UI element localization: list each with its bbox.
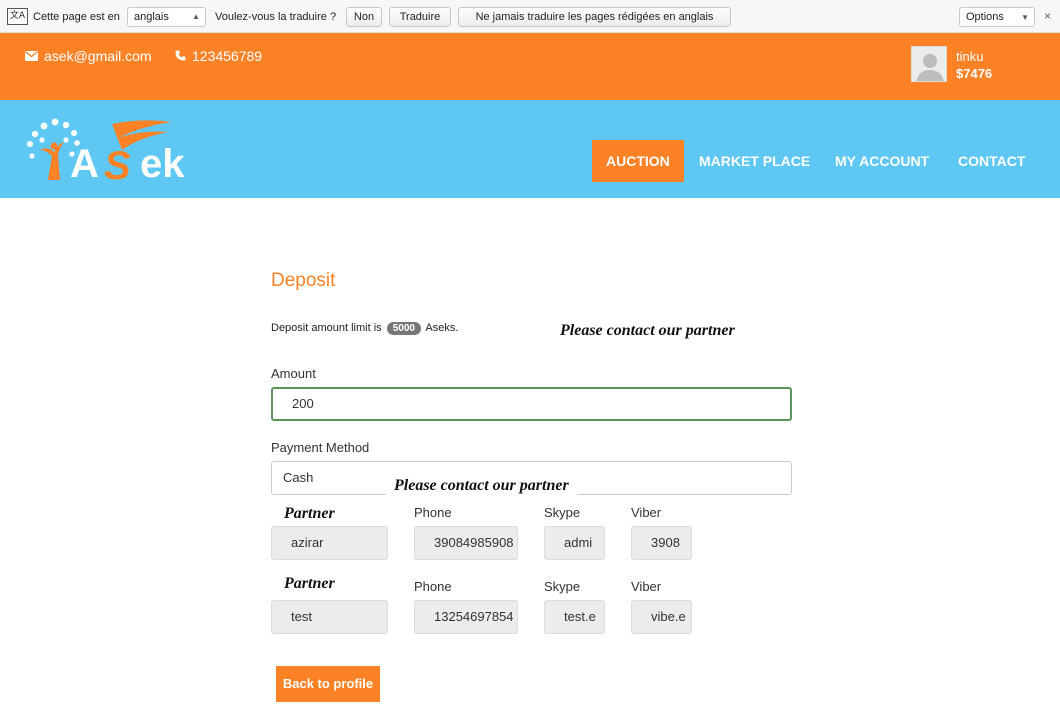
email-text: asek@gmail.com [44,48,152,64]
nav-auction[interactable]: AUCTION [592,140,684,182]
back-to-profile-button[interactable]: Back to profile [276,666,380,702]
page-title: Deposit [271,270,336,291]
username: tinku [956,49,984,64]
partner-phone-field[interactable]: 13254697854 [414,600,518,634]
logo-letters-ek: ek [140,142,185,186]
skype-label: Skype [544,505,581,520]
translate-button[interactable]: Traduire [389,7,451,27]
partner-message: Please contact our partner [560,322,735,339]
translate-prefix: Cette page est en [33,11,120,23]
amount-input[interactable]: 200 [271,387,792,421]
nav-contact[interactable]: CONTACT [958,140,1025,182]
close-icon[interactable]: × [1044,9,1051,23]
phone-icon [175,50,186,64]
logo-letter-a: A [70,142,99,186]
envelope-icon [25,50,38,64]
language-select[interactable]: anglais ▲ [127,7,206,27]
partner-label: Partner [284,505,335,522]
options-select-value: Options [966,11,1004,23]
translate-bar: 文A Cette page est en anglais ▲ Voulez-vo… [0,0,1060,33]
amount-label: Amount [271,366,316,381]
user-balance: $7476 [956,66,993,81]
partner-name-field[interactable]: test [271,600,388,634]
limit-suffix: Aseks. [425,322,459,334]
limit-badge: 5000 [386,322,421,335]
phone-text: 123456789 [192,48,263,64]
limit-prefix: Deposit amount limit is [271,322,382,334]
never-translate-button[interactable]: Ne jamais traduire les pages rédigées en… [458,7,731,27]
deposit-limit-text: Deposit amount limit is 5000 Aseks. [271,322,458,335]
email-contact[interactable]: asek@gmail.com [25,48,152,64]
options-select[interactable]: Options ▼ [959,7,1035,27]
translate-question: Voulez-vous la traduire ? [215,11,337,23]
nav-my-account[interactable]: MY ACCOUNT [835,140,929,182]
partner-viber-field[interactable]: 3908 [631,526,692,560]
partner-phone-field[interactable]: 39084985908 [414,526,518,560]
phone-label: Phone [414,579,452,594]
logo-letter-s: S [104,144,131,188]
partner-viber-field[interactable]: vibe.e [631,600,692,634]
nav-market-place[interactable]: MARKET PLACE [699,140,810,182]
phone-contact[interactable]: 123456789 [175,48,262,64]
viber-label: Viber [631,579,662,594]
no-button[interactable]: Non [346,7,382,27]
chevron-updown-icon: ▲ [192,12,200,21]
partner-label: Partner [284,575,335,592]
asek-logo[interactable]: A S ek [22,116,222,188]
payment-partner-message: Please contact our partner [386,475,577,497]
partner-name-field[interactable]: azirar [271,526,388,560]
payment-method-label: Payment Method [271,440,370,455]
avatar[interactable] [911,46,947,82]
phone-label: Phone [414,505,452,520]
partner-skype-field[interactable]: test.e [544,600,605,634]
viber-label: Viber [631,505,662,520]
language-select-value: anglais [134,11,169,23]
partner-skype-field[interactable]: admi [544,526,605,560]
user-info[interactable]: tinku $7476 [956,48,992,82]
contact-bar: asek@gmail.com 123456789 tinku $7476 [0,33,1060,100]
chevron-down-icon: ▼ [1021,13,1029,22]
translate-icon: 文A [7,8,28,25]
main-navbar: A S ek AUCTION MARKET PLACE MY ACCOUNT C… [0,100,1060,198]
skype-label: Skype [544,579,581,594]
